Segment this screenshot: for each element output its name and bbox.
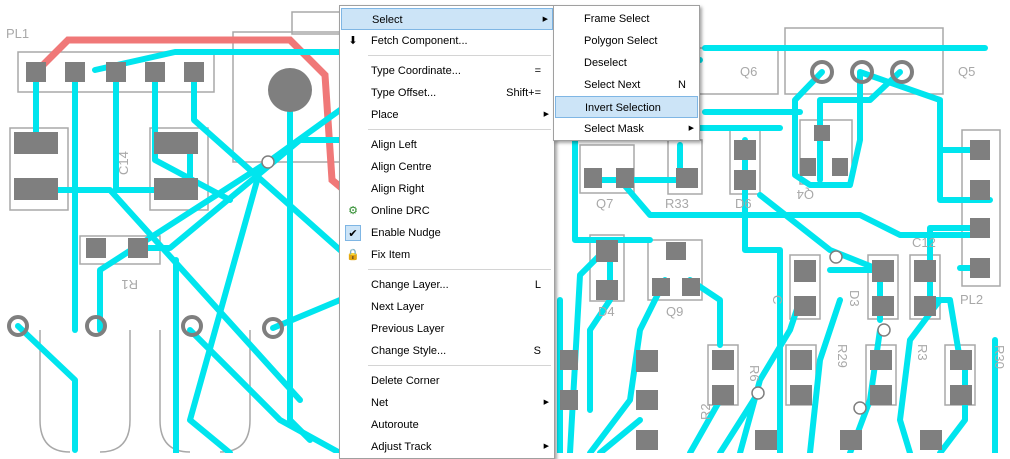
submenu-arrow-icon: ▶ <box>542 16 548 23</box>
check-icon: ✔ <box>345 225 361 241</box>
designator-q4: Q4 <box>797 187 814 202</box>
designator-q5: Q5 <box>958 64 975 79</box>
menu-item-type-coordinate[interactable]: Type Coordinate... = <box>341 60 553 82</box>
menu-item-enable-nudge[interactable]: ✔ Enable Nudge <box>341 222 553 244</box>
menu-item-invert-selection[interactable]: Invert Selection <box>555 96 698 118</box>
menu-item-fix-item[interactable]: 🔒 Fix Item <box>341 244 553 266</box>
menu-separator <box>368 55 551 56</box>
designator-c12: C12 <box>912 235 936 250</box>
designator-pl2: PL2 <box>960 292 983 307</box>
online-drc-icon: ⚙ <box>348 205 358 217</box>
menu-separator <box>368 269 551 270</box>
designator-q9: Q9 <box>666 304 683 319</box>
designator-r1: R1 <box>121 277 138 292</box>
submenu-arrow-icon: ▶ <box>543 443 549 450</box>
menu-item-deselect[interactable]: Deselect <box>555 52 698 74</box>
menu-item-type-offset[interactable]: Type Offset... Shift+= <box>341 82 553 104</box>
designator-c14: C14 <box>116 151 131 175</box>
menu-item-fetch-component[interactable]: ⬇ Fetch Component... <box>341 30 553 52</box>
designator-r29: R29 <box>835 344 850 368</box>
menu-item-delete-corner[interactable]: Delete Corner <box>341 370 553 392</box>
designator-d3: D3 <box>847 290 862 307</box>
menu-item-place[interactable]: Place ▶ <box>341 104 553 126</box>
menu-separator <box>368 129 551 130</box>
designator-r33: R33 <box>665 196 689 211</box>
menu-item-align-left[interactable]: Align Left <box>341 134 553 156</box>
designator-c: C <box>770 295 785 304</box>
designator-r3: R3 <box>915 344 930 361</box>
context-menu: Select ▶ ⬇ Fetch Component... Type Coordin… <box>339 5 555 459</box>
menu-item-adjust-track[interactable]: Adjust Track ▶ <box>341 436 553 458</box>
submenu-arrow-icon: ▶ <box>543 111 549 118</box>
menu-item-net[interactable]: Net ▶ <box>341 392 553 414</box>
designator-r2: R2 <box>698 403 713 420</box>
menu-separator <box>368 365 551 366</box>
menu-item-autoroute[interactable]: Autoroute <box>341 414 553 436</box>
menu-item-online-drc[interactable]: ⚙ Online DRC <box>341 200 553 222</box>
designator-r6: R6 <box>747 365 762 382</box>
select-submenu: Frame Select Polygon Select Deselect Sel… <box>553 5 700 141</box>
menu-item-select-mask[interactable]: Select Mask ▶ <box>555 118 698 140</box>
submenu-arrow-icon: ▶ <box>688 125 694 132</box>
designator-q7: Q7 <box>596 196 613 211</box>
menu-item-select-next[interactable]: Select Next N <box>555 74 698 96</box>
fetch-component-icon: ⬇ <box>348 35 358 47</box>
menu-item-change-style[interactable]: Change Style... S <box>341 340 553 362</box>
menu-item-frame-select[interactable]: Frame Select <box>555 8 698 30</box>
designator-d4: D4 <box>598 304 615 319</box>
submenu-arrow-icon: ▶ <box>543 399 549 406</box>
designator-d6: D6 <box>735 196 752 211</box>
menu-item-change-layer[interactable]: Change Layer... L <box>341 274 553 296</box>
lock-icon: 🔒 <box>346 249 360 261</box>
menu-item-next-layer[interactable]: Next Layer <box>341 296 553 318</box>
designator-pl1: PL1 <box>6 26 29 41</box>
designator-r30: R30 <box>992 345 1007 369</box>
menu-item-previous-layer[interactable]: Previous Layer <box>341 318 553 340</box>
menu-item-align-right[interactable]: Align Right <box>341 178 553 200</box>
menu-item-align-centre[interactable]: Align Centre <box>341 156 553 178</box>
menu-item-polygon-select[interactable]: Polygon Select <box>555 30 698 52</box>
designator-q6: Q6 <box>740 64 757 79</box>
menu-item-select[interactable]: Select ▶ <box>341 8 553 30</box>
